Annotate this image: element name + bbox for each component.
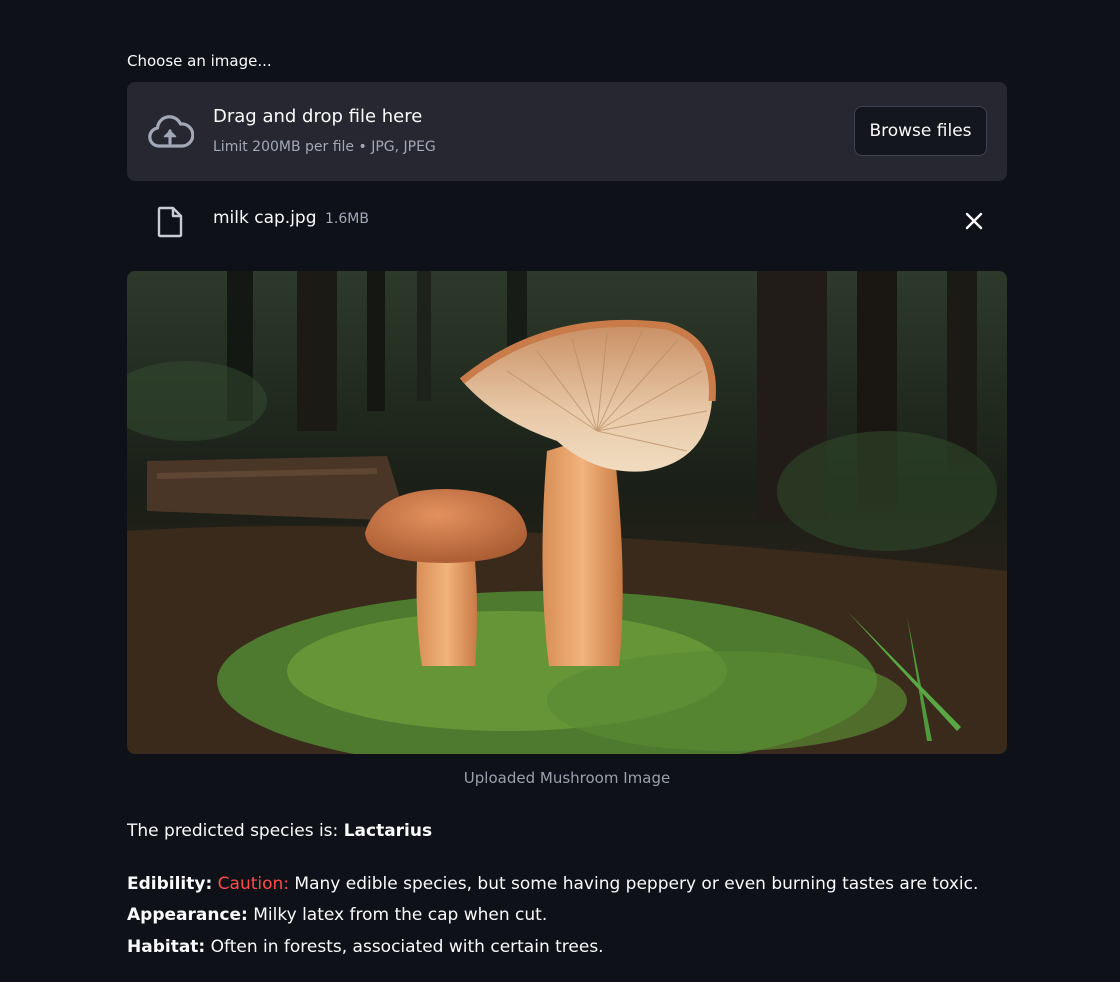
appearance-label: Appearance: — [127, 905, 248, 925]
prediction-text: The predicted species is: Lactarius — [127, 821, 432, 841]
habitat-text: Often in forests, associated with certai… — [205, 937, 604, 957]
image-caption: Uploaded Mushroom Image — [463, 769, 671, 787]
cloud-upload-icon — [148, 115, 194, 148]
file-icon — [157, 206, 183, 238]
edibility-text: Many edible species, but some having pep… — [289, 874, 979, 894]
prediction-prefix: The predicted species is: — [127, 821, 344, 841]
edibility-status: Caution: — [217, 874, 290, 894]
habitat-label: Habitat: — [127, 937, 206, 957]
dropzone-limit-text: Limit 200MB per file • JPG, JPEG — [213, 139, 436, 155]
edibility-line: Edibility: Caution: Many edible species,… — [127, 874, 978, 894]
mushroom-photo — [127, 271, 1007, 754]
appearance-text: Milky latex from the cap when cut. — [247, 905, 548, 925]
dropzone-title: Drag and drop file here — [213, 106, 423, 127]
file-uploader-label: Choose an image... — [127, 52, 272, 70]
uploaded-file-row: milk cap.jpg 1.6MB — [127, 200, 1007, 240]
browse-files-button[interactable]: Browse files — [854, 106, 987, 156]
predicted-species: Lactarius — [343, 821, 433, 841]
edibility-label: Edibility: — [127, 874, 213, 894]
habitat-line: Habitat: Often in forests, associated wi… — [127, 937, 604, 957]
uploaded-file-size: 1.6MB — [325, 211, 369, 227]
file-dropzone[interactable]: Drag and drop file here Limit 200MB per … — [127, 82, 1007, 181]
uploaded-file-name: milk cap.jpg — [213, 208, 317, 228]
close-icon[interactable] — [963, 210, 985, 232]
appearance-line: Appearance: Milky latex from the cap whe… — [127, 905, 547, 925]
uploaded-mushroom-image — [127, 271, 1007, 754]
